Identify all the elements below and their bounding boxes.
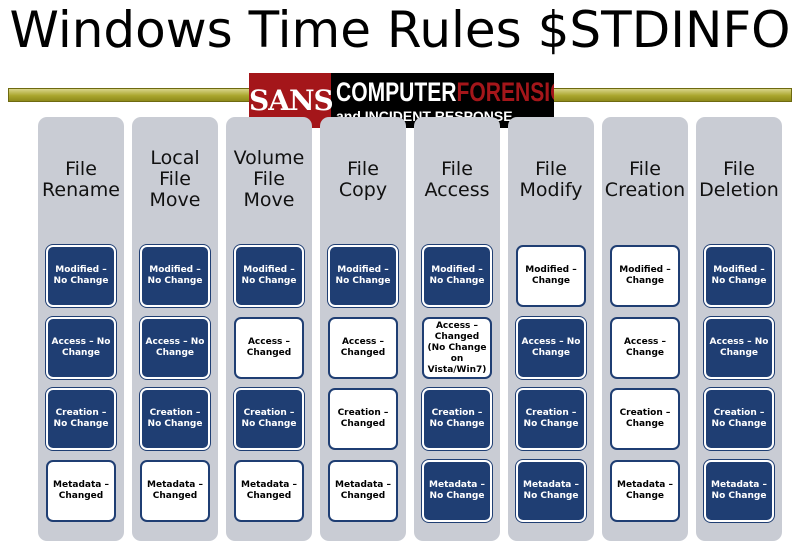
column: File Modify Modified – Change Access – No … <box>508 117 594 541</box>
timestamp-cell: Creation – No Change <box>46 388 116 450</box>
timestamp-cell: Modified – No Change <box>234 245 304 307</box>
column-header: File Modify <box>519 157 583 201</box>
timestamp-cell: Creation – Changed <box>328 388 398 450</box>
column-header: Local File Move <box>149 147 201 211</box>
timestamp-cell: Access – No Change <box>46 317 116 379</box>
timestamp-cell: Metadata – No Change <box>422 460 492 522</box>
timestamp-cell: Creation – Change <box>610 388 680 450</box>
timestamp-cell: Modified – No Change <box>328 245 398 307</box>
timestamp-cell: Access – Change <box>610 317 680 379</box>
timestamp-cell: Modified – No Change <box>422 245 492 307</box>
timestamp-cell: Access – No Change <box>704 317 774 379</box>
column: File Rename Modified – No Change Access – … <box>38 117 124 541</box>
timestamp-cell: Modified – Change <box>516 245 586 307</box>
column-header: Volume File Move <box>233 147 305 211</box>
timestamp-cell: Creation – No Change <box>422 388 492 450</box>
timestamp-cell: Metadata – Changed <box>328 460 398 522</box>
timestamp-cell: Metadata – Change <box>610 460 680 522</box>
column: File Creation Modified – Change Access – C… <box>602 117 688 541</box>
timestamp-cell: Metadata – Changed <box>140 460 210 522</box>
timestamp-cell: Creation – No Change <box>704 388 774 450</box>
timestamp-cell: Metadata – Changed <box>234 460 304 522</box>
timestamp-cell: Metadata – No Change <box>516 460 586 522</box>
column-header: File Access <box>424 157 490 201</box>
timestamp-cell: Creation – No Change <box>516 388 586 450</box>
column: Local File Move Modified – No Change Acces… <box>132 117 218 541</box>
timestamp-cell: Access – Changed <box>234 317 304 379</box>
column: Volume File Move Modified – No Change Acce… <box>226 117 312 541</box>
logo-forensics-word: FORENSICS <box>456 77 554 107</box>
timestamp-cell: Metadata – No Change <box>704 460 774 522</box>
column-header: File Creation <box>604 157 686 201</box>
page-title: Windows Time Rules $STDINFO <box>9 1 791 59</box>
timestamp-cell: Access – Changed (No Change on Vista/Win… <box>422 317 492 379</box>
timestamp-cell: Creation – No Change <box>140 388 210 450</box>
logo-computer-word: COMPUTER <box>336 77 457 107</box>
column-header: File Rename <box>42 157 120 201</box>
timestamp-cell: Modified – No Change <box>704 245 774 307</box>
column: File Access Modified – No Change Access – … <box>414 117 500 541</box>
logo-computer-forensics: COMPUTERFORENSICS <box>336 76 554 108</box>
column: File Deletion Modified – No Change Access … <box>696 117 782 541</box>
timestamp-cell: Modified – Change <box>610 245 680 307</box>
column-header: File Copy <box>338 157 388 201</box>
timestamp-cell: Creation – No Change <box>234 388 304 450</box>
column-header: File Deletion <box>699 157 779 201</box>
timestamp-cell: Metadata – Changed <box>46 460 116 522</box>
timestamp-cell: Access – Changed <box>328 317 398 379</box>
timestamp-cell: Access – No Change <box>516 317 586 379</box>
column: File Copy Modified – No Change Access – Ch… <box>320 117 406 541</box>
timestamp-cell: Modified – No Change <box>140 245 210 307</box>
timestamp-cell: Access – No Change <box>140 317 210 379</box>
timestamp-cell: Modified – No Change <box>46 245 116 307</box>
